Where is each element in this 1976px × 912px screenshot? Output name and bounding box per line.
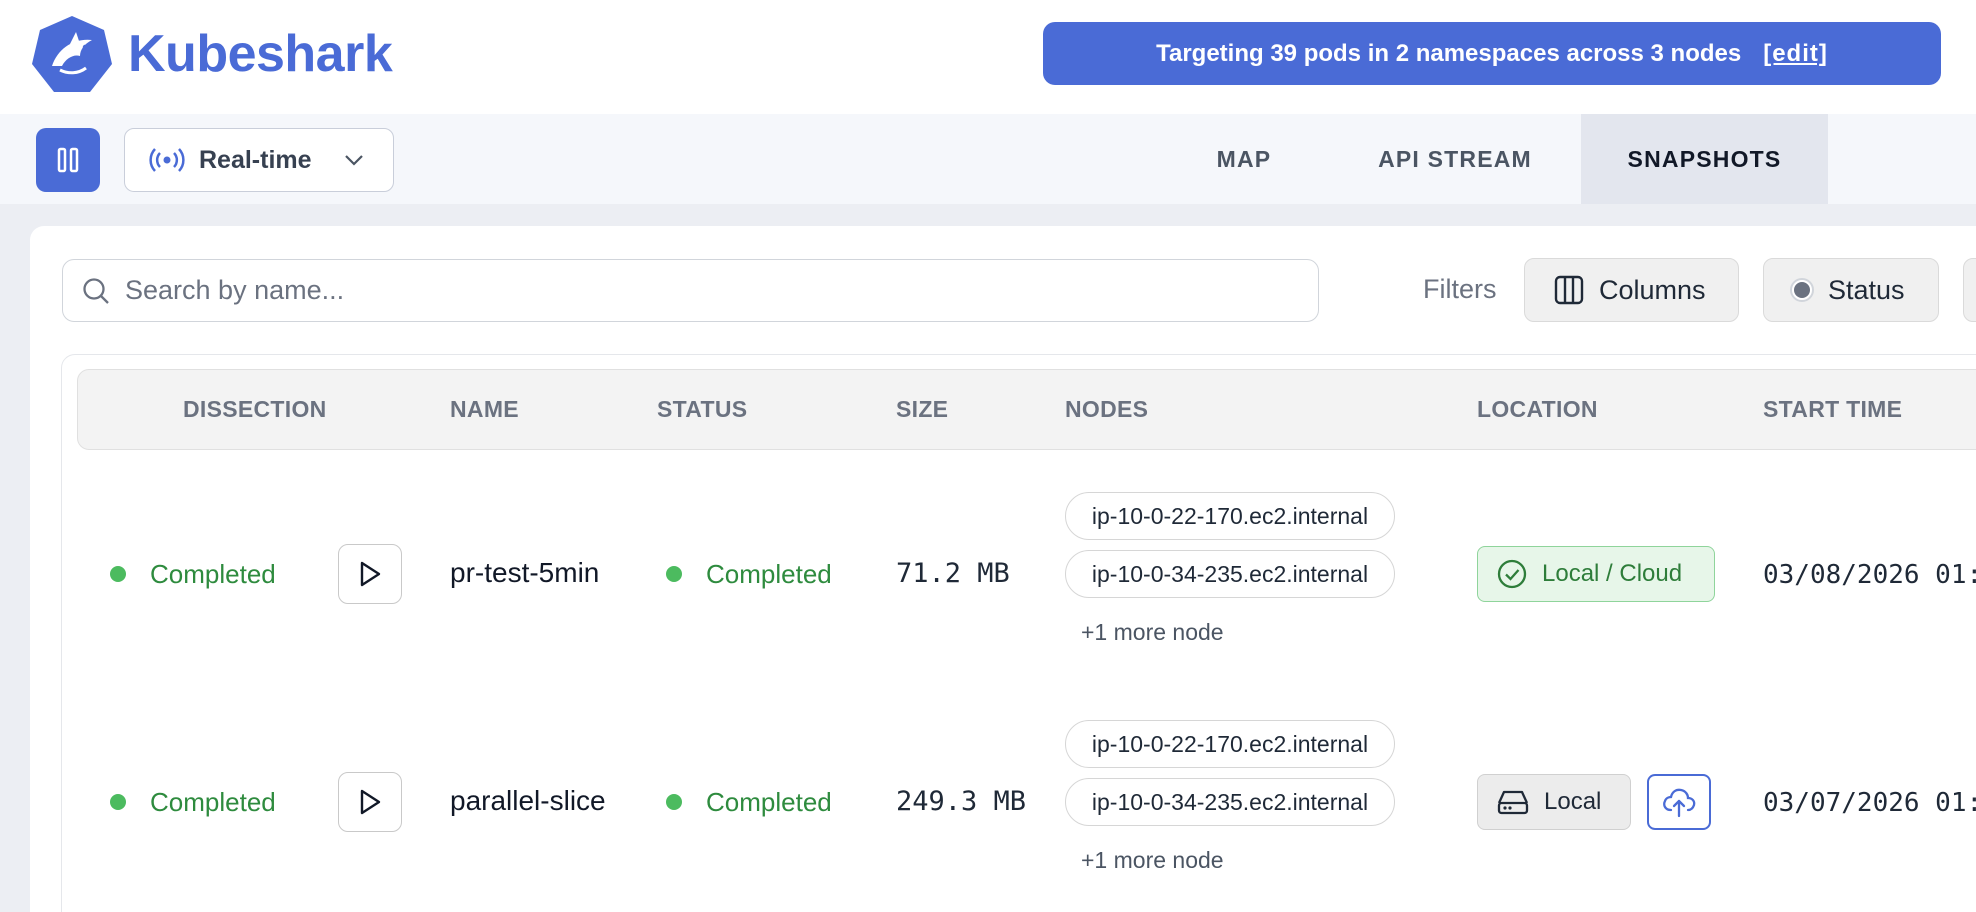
mode-select[interactable]: Real-time [124,128,394,192]
pause-icon [57,147,79,173]
search-icon [83,277,109,304]
play-snapshot-button[interactable] [338,544,402,604]
column-header-status[interactable]: STATUS [657,396,747,423]
cloud-upload-icon [1663,788,1696,818]
targeting-banner: Targeting 39 pods in 2 namespaces across… [1043,22,1941,85]
column-header-name[interactable]: NAME [450,396,519,423]
snapshot-name[interactable]: parallel-slice [450,785,606,817]
targeting-text: Targeting 39 pods in 2 namespaces across… [1156,39,1742,67]
dissection-status-dot [110,566,126,582]
snapshot-name[interactable]: pr-test-5min [450,557,599,589]
more-filter-button[interactable] [1963,258,1976,322]
broadcast-icon [149,148,185,172]
location-label: Local [1544,788,1602,815]
node-chip: ip-10-0-22-170.ec2.internal [1065,720,1395,768]
status-dot [666,794,682,810]
column-header-size[interactable]: SIZE [896,396,948,423]
app-header: Kubeshark Targeting 39 pods in 2 namespa… [0,0,1976,114]
start-time: 03/08/2026 01:2 [1763,560,1976,590]
dissection-status: Completed [150,787,276,817]
play-snapshot-button[interactable] [338,772,402,832]
snapshot-size: 71.2 MB [896,558,1010,589]
columns-filter-button[interactable]: Columns [1524,258,1739,322]
mode-label: Real-time [199,145,312,174]
tab-snapshots[interactable]: SNAPSHOTS [1581,114,1828,204]
brand-name: Kubeshark [128,25,393,83]
kubeshark-logo-icon[interactable] [30,14,114,94]
edit-targeting-link[interactable]: [edit] [1763,40,1828,68]
snapshot-size: 249.3 MB [896,786,1027,817]
snapshot-status: Completed [706,559,832,589]
status-filter-label: Status [1828,274,1905,305]
columns-icon [1554,275,1584,305]
status-dot-icon [1790,278,1814,302]
node-chip: ip-10-0-34-235.ec2.internal [1065,550,1395,598]
search-box[interactable] [62,259,1319,322]
location-label: Local / Cloud [1542,560,1683,587]
more-nodes-link[interactable]: +1 more node [1081,619,1224,646]
status-dot [666,566,682,582]
hard-drive-icon [1497,790,1529,815]
columns-filter-label: Columns [1599,274,1706,305]
tab-map[interactable]: MAP [1188,114,1300,204]
chevron-down-icon [345,155,363,166]
check-circle-icon [1497,559,1527,589]
column-header-nodes[interactable]: NODES [1065,396,1148,423]
location-badge: Local [1477,774,1631,830]
column-header-location[interactable]: LOCATION [1477,396,1598,423]
node-chip: ip-10-0-22-170.ec2.internal [1065,492,1395,540]
start-time: 03/07/2026 01:4 [1763,788,1976,818]
column-header-dissection[interactable]: DISSECTION [183,396,327,423]
play-icon [360,789,381,815]
search-input[interactable] [125,275,1225,306]
upload-to-cloud-button[interactable] [1647,774,1711,830]
play-icon [360,561,381,587]
table-header [77,369,1976,450]
tab-api-stream[interactable]: API STREAM [1360,114,1550,204]
dissection-status: Completed [150,559,276,589]
toolbar: Real-time MAP API STREAM SNAPSHOTS [0,114,1976,204]
filters-label: Filters [1423,274,1497,304]
column-header-start-time[interactable]: START TIME [1763,396,1902,423]
pause-button[interactable] [36,128,100,192]
snapshot-status: Completed [706,787,832,817]
status-filter-button[interactable]: Status [1763,258,1939,322]
dissection-status-dot [110,794,126,810]
more-nodes-link[interactable]: +1 more node [1081,847,1224,874]
location-badge: Local / Cloud [1477,546,1715,602]
node-chip: ip-10-0-34-235.ec2.internal [1065,778,1395,826]
